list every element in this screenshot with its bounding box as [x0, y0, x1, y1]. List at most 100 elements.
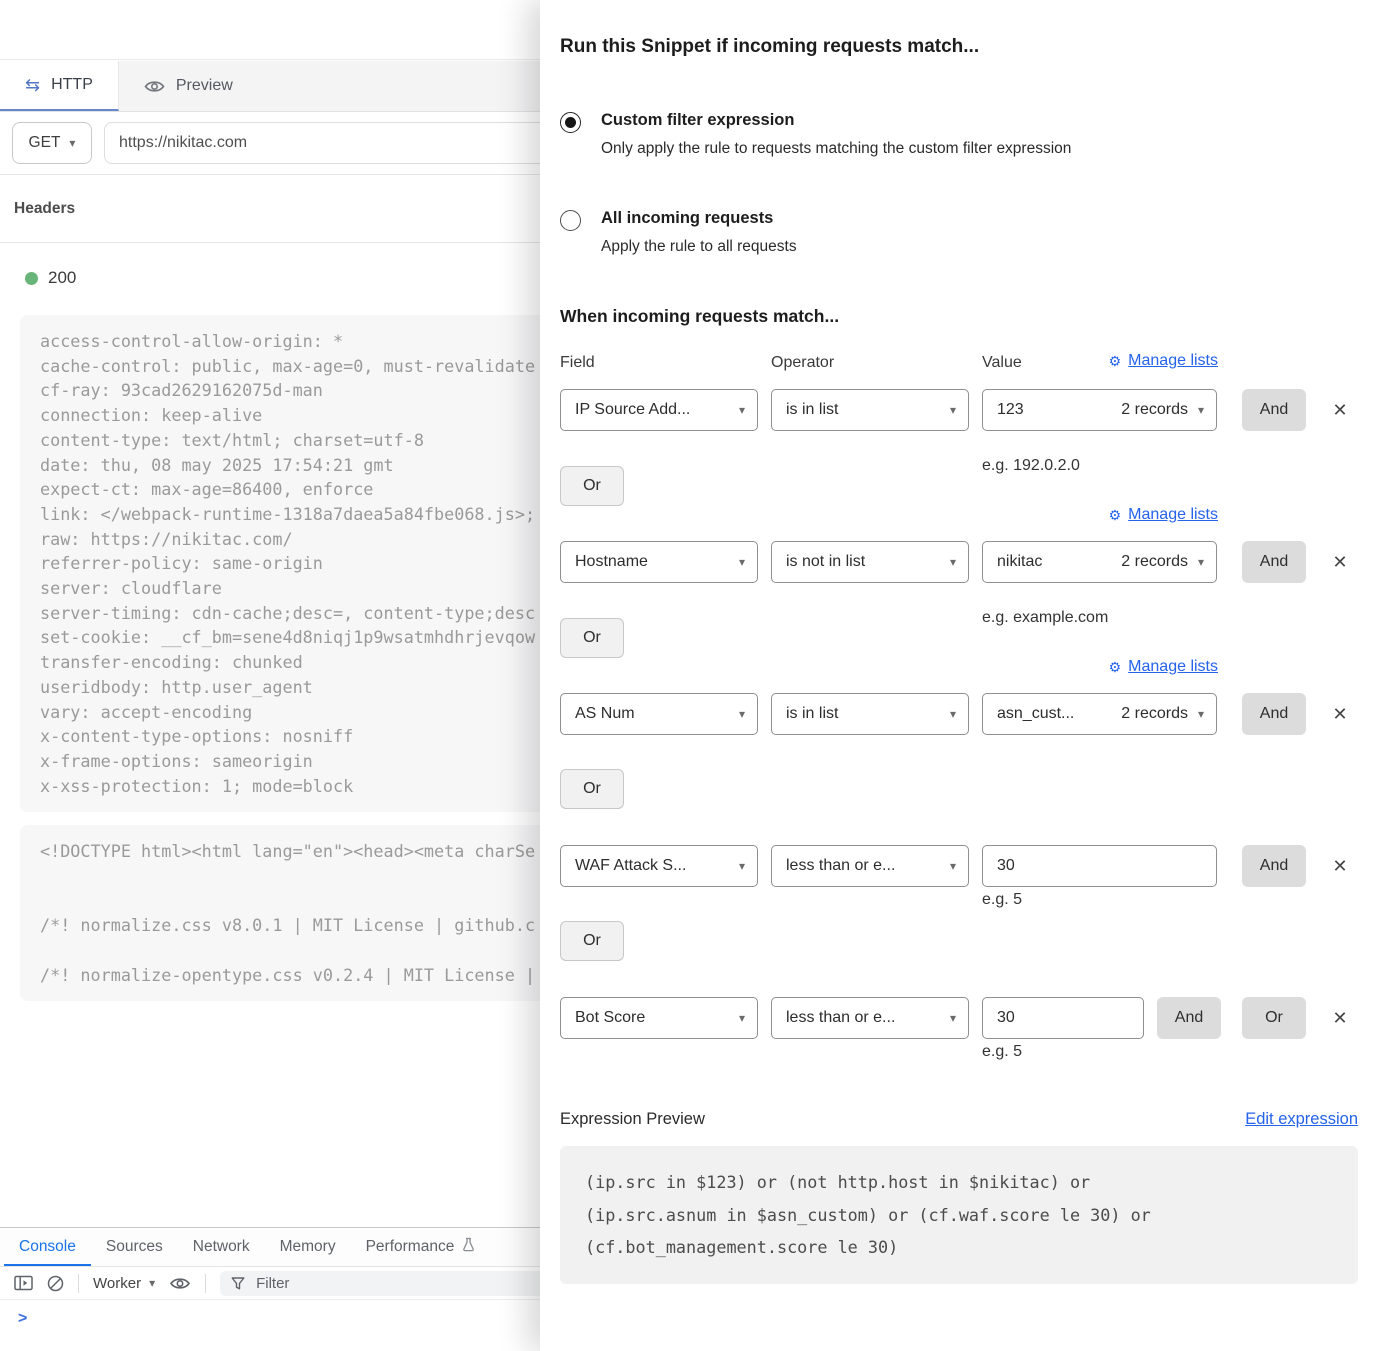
manage-lists-link-2[interactable]: ⚙ Manage lists [1109, 506, 1218, 524]
chevron-down-icon: ▾ [149, 1277, 155, 1289]
radio-all-requests-desc: Apply the rule to all requests [601, 238, 797, 256]
funnel-icon [231, 1277, 245, 1290]
headers-section-label: Headers [14, 200, 75, 218]
url-input[interactable] [104, 122, 554, 164]
and-button-row5[interactable]: And [1157, 997, 1221, 1039]
http-client-panel: ⇆ HTTP Preview GET ▾ Headers 200 access-… [0, 0, 560, 1351]
live-expression-eye-icon[interactable] [169, 1276, 191, 1291]
chevron-down-icon: ▾ [739, 708, 745, 720]
value-list-select-row1[interactable]: 123 2 records ▾ [982, 389, 1217, 431]
remove-row2-close-icon[interactable]: ✕ [1326, 541, 1354, 583]
toolbar-divider [205, 1274, 206, 1293]
chevron-down-icon: ▾ [950, 1012, 956, 1024]
value-hint-row2: e.g. example.com [982, 609, 1108, 627]
radio-all-requests[interactable] [560, 210, 581, 231]
tab-sources[interactable]: Sources [91, 1228, 178, 1266]
field-select-row1[interactable]: IP Source Add... ▾ [560, 389, 758, 431]
chevron-down-icon: ▾ [950, 556, 956, 568]
operator-select-row3[interactable]: is in list ▾ [771, 693, 969, 735]
clear-console-icon[interactable] [47, 1275, 64, 1292]
tab-memory[interactable]: Memory [265, 1228, 351, 1266]
tab-performance[interactable]: Performance [351, 1228, 491, 1266]
or-button-row1[interactable]: Or [560, 466, 624, 506]
value-list-select-row2[interactable]: nikitac 2 records ▾ [982, 541, 1217, 583]
chevron-down-icon: ▾ [739, 1012, 745, 1024]
filter-input[interactable] [254, 1274, 541, 1293]
chevron-down-icon: ▾ [950, 404, 956, 416]
remove-row4-close-icon[interactable]: ✕ [1326, 845, 1354, 887]
tab-preview-label: Preview [176, 77, 233, 95]
chevron-down-icon: ▾ [739, 404, 745, 416]
dock-sidebar-icon[interactable] [14, 1275, 33, 1291]
edit-expression-link[interactable]: Edit expression [1245, 1110, 1358, 1129]
panel-title: Run this Snippet if incoming requests ma… [560, 36, 979, 58]
value-input-row4[interactable] [982, 845, 1217, 887]
tab-console[interactable]: Console [4, 1228, 91, 1266]
tab-http-label: HTTP [51, 76, 93, 94]
request-url-row: GET ▾ [0, 113, 560, 175]
flask-icon [462, 1237, 475, 1257]
and-button-row3[interactable]: And [1242, 693, 1306, 735]
chevron-down-icon: ▾ [739, 860, 745, 872]
manage-lists-link-1[interactable]: ⚙ Manage lists [1109, 352, 1218, 370]
operator-select-row4[interactable]: less than or e... ▾ [771, 845, 969, 887]
snippet-rule-panel: Run this Snippet if incoming requests ma… [540, 0, 1383, 1351]
operator-select-row1[interactable]: is in list ▾ [771, 389, 969, 431]
radio-custom-filter[interactable] [560, 112, 581, 133]
gear-icon: ⚙ [1109, 354, 1122, 368]
status-ok-dot [25, 272, 38, 285]
or-button-row4[interactable]: Or [560, 921, 624, 961]
remove-row3-close-icon[interactable]: ✕ [1326, 693, 1354, 735]
column-label-operator: Operator [771, 354, 834, 372]
console-prompt[interactable]: > [0, 1300, 560, 1328]
expression-preview-label: Expression Preview [560, 1110, 705, 1129]
field-select-row3[interactable]: AS Num ▾ [560, 693, 758, 735]
field-select-row4[interactable]: WAF Attack S... ▾ [560, 845, 758, 887]
and-button-row2[interactable]: And [1242, 541, 1306, 583]
chevron-down-icon: ▾ [950, 860, 956, 872]
value-input-row5[interactable] [982, 997, 1144, 1039]
operator-select-row5[interactable]: less than or e... ▾ [771, 997, 969, 1039]
chevron-down-icon: ▾ [1198, 556, 1204, 568]
status-code: 200 [48, 268, 76, 288]
value-hint-row5: e.g. 5 [982, 1043, 1022, 1061]
console-toolbar: Worker ▾ [0, 1267, 560, 1300]
chevron-down-icon: ▾ [950, 708, 956, 720]
column-label-value: Value [982, 354, 1022, 372]
remove-row5-close-icon[interactable]: ✕ [1326, 997, 1354, 1039]
and-button-row1[interactable]: And [1242, 389, 1306, 431]
chevron-down-icon: ▾ [739, 556, 745, 568]
gear-icon: ⚙ [1109, 660, 1122, 674]
tab-network[interactable]: Network [178, 1228, 265, 1266]
chevron-down-icon: ▾ [1198, 404, 1204, 416]
radio-custom-filter-label: Custom filter expression [601, 111, 794, 130]
method-select[interactable]: GET ▾ [12, 122, 92, 164]
method-label: GET [29, 134, 61, 152]
expression-preview-box: (ip.src in $123) or (not http.host in $n… [560, 1146, 1358, 1284]
response-status: 200 [25, 268, 76, 288]
or-button-row3[interactable]: Or [560, 769, 624, 809]
eye-icon [144, 79, 165, 94]
console-filter[interactable] [220, 1271, 552, 1296]
request-tab-bar: ⇆ HTTP Preview [0, 61, 560, 112]
value-list-select-row3[interactable]: asn_cust... 2 records ▾ [982, 693, 1217, 735]
chevron-down-icon: ▾ [69, 137, 75, 149]
operator-select-row2[interactable]: is not in list ▾ [771, 541, 969, 583]
tab-preview[interactable]: Preview [119, 61, 258, 111]
remove-row1-close-icon[interactable]: ✕ [1326, 389, 1354, 431]
field-select-row2[interactable]: Hostname ▾ [560, 541, 758, 583]
expression-preview-code: (ip.src in $123) or (not http.host in $n… [560, 1146, 1358, 1284]
manage-lists-link-3[interactable]: ⚙ Manage lists [1109, 658, 1218, 676]
field-select-row5[interactable]: Bot Score ▾ [560, 997, 758, 1039]
worker-context-select[interactable]: Worker ▾ [93, 1275, 155, 1292]
gear-icon: ⚙ [1109, 508, 1122, 522]
and-button-row4[interactable]: And [1242, 845, 1306, 887]
top-strip [0, 0, 560, 60]
tab-http[interactable]: ⇆ HTTP [0, 61, 119, 111]
radio-custom-filter-desc: Only apply the rule to requests matching… [601, 140, 1071, 158]
or-button-row2[interactable]: Or [560, 618, 624, 658]
column-label-field: Field [560, 354, 595, 372]
radio-all-requests-label: All incoming requests [601, 209, 773, 228]
or-button-row5[interactable]: Or [1242, 997, 1306, 1039]
chevron-down-icon: ▾ [1198, 708, 1204, 720]
